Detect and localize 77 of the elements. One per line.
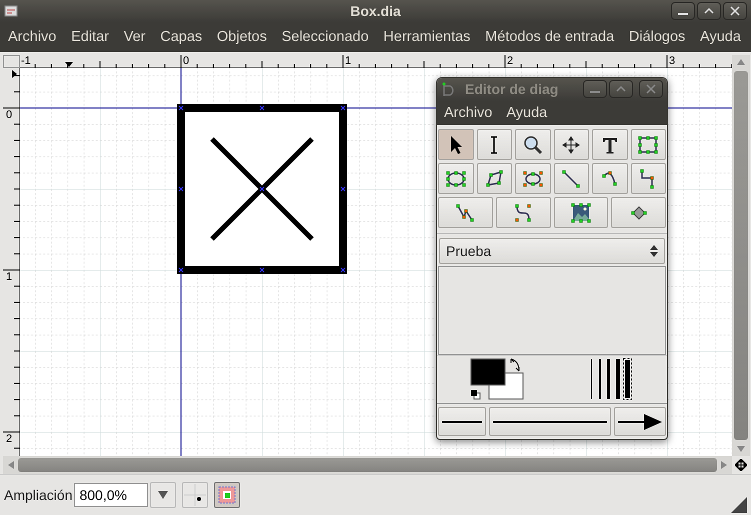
color-swatches-drawing[interactable] [469,357,525,402]
menu-item[interactable]: Objetos [216,29,267,45]
tool-button[interactable] [515,129,550,160]
zoom-dropdown-button[interactable] [150,482,176,508]
ruler-label: 0 [183,56,190,67]
scrollbar-thumb[interactable] [18,458,717,472]
tool-button[interactable] [554,129,589,160]
spinner-icon [650,245,658,258]
line-end-button[interactable] [614,407,666,436]
horizontal-scrollbar[interactable] [3,456,732,474]
text-cursor-icon [490,136,498,154]
menu-item[interactable]: Capas [160,29,202,45]
scroll-right-icon [719,460,729,470]
close-icon [646,84,656,94]
scroll-down-icon [736,444,746,454]
object-snap-icon [217,485,238,505]
line-style-button[interactable] [489,407,611,436]
ruler-label: 1 [345,56,352,67]
line-end-icon [442,420,482,424]
menu-item[interactable]: Herramientas [383,29,470,45]
maximize-icon [616,84,626,94]
box-icon [637,134,660,156]
polygon-icon [483,168,506,190]
minimize-button[interactable] [671,2,695,20]
minimize-icon [678,13,688,15]
vertical-scrollbar[interactable] [732,55,750,456]
box-with-cross-drawing[interactable] [177,104,347,274]
menu-item[interactable]: Seleccionado [282,29,369,45]
ruler-label: 2 [6,434,12,445]
grid-icon [184,484,206,506]
menu-item[interactable]: Archivo [444,104,492,121]
resize-grip-icon[interactable] [731,497,747,513]
sheet-select[interactable]: Prueba [439,238,665,264]
tool-button[interactable] [476,129,512,160]
maximize-button[interactable] [697,2,721,20]
window-title: Box.dia [349,3,402,19]
maximize-icon [704,6,714,16]
tool-button[interactable] [515,163,550,194]
ruler-label: 2 [507,56,514,67]
object-snap-toggle[interactable] [214,482,240,508]
line-start-button[interactable] [438,407,486,436]
ruler-label: 1 [6,272,12,283]
close-icon [730,6,740,16]
minimize-icon [590,91,600,94]
scrollbar-thumb[interactable] [734,71,748,440]
toolbox-title: Editor de diag [465,81,558,98]
menu-item[interactable]: Diálogos [628,29,686,45]
solid-line-icon [493,420,607,424]
menu-item[interactable]: Archivo [8,29,56,45]
app-icon [4,4,18,18]
image-icon [570,202,592,224]
polyline-icon [454,202,476,224]
menu-item[interactable]: Editar [71,29,109,45]
arrow-icon [618,412,662,430]
caret-icon [158,491,168,499]
zoom-field[interactable]: 800,0% [74,483,148,507]
tool-button[interactable] [592,129,628,160]
menu-item[interactable]: Ayuda [700,29,741,45]
magnifier-icon [522,134,544,156]
ruler-label: 0 [6,110,12,121]
line-width-drawing[interactable] [589,358,635,400]
menu-item[interactable]: Ayuda [506,104,548,121]
menu-item[interactable]: Métodos de entrada [485,29,614,45]
scroll-left-icon [6,460,16,470]
grid-snap-toggle[interactable] [182,482,208,508]
ruler-label: -1 [21,56,31,67]
zoom-label: Ampliación [4,487,72,503]
tool-button[interactable] [630,129,666,160]
tool-button[interactable] [476,163,512,194]
close-button[interactable] [723,2,747,20]
line-icon [560,168,582,190]
scroll-up-icon [736,57,746,67]
ruler-label: 3 [669,56,676,67]
menu-item[interactable]: Ver [124,29,146,45]
tool-button[interactable] [438,129,474,160]
tool-button[interactable] [554,197,608,228]
tool-button[interactable] [438,163,474,194]
